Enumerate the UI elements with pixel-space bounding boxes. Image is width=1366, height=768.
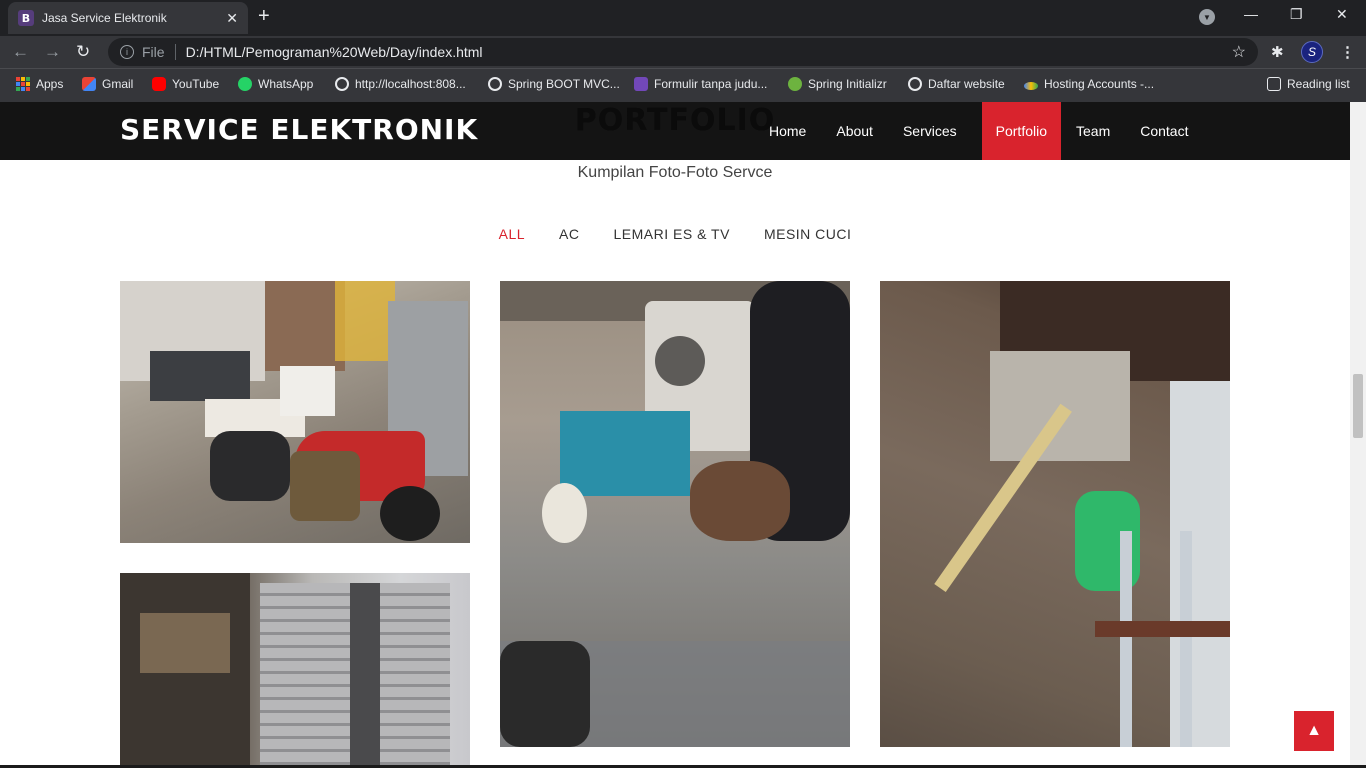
profile-avatar[interactable]: S	[1301, 41, 1323, 63]
menu-kebab-icon[interactable]: ⋮	[1340, 43, 1355, 61]
bookmark-label: Gmail	[102, 77, 134, 91]
filter-mesin-cuci[interactable]: MESIN CUCI	[764, 226, 851, 242]
portfolio-photo-washing-machine-parts[interactable]	[500, 281, 850, 747]
forward-icon[interactable]: →	[44, 42, 61, 62]
bookmark-daftar-website[interactable]: Daftar website	[908, 77, 1005, 91]
site-info-icon[interactable]: i	[120, 45, 134, 59]
browser-chrome: B Jasa Service Elektronik ✕ + ▼ — ❐ ✕ ← …	[0, 0, 1366, 102]
spring-icon	[788, 77, 802, 91]
apps-grid-icon	[16, 77, 30, 91]
hosting-icon	[1024, 81, 1038, 90]
globe-icon	[335, 77, 349, 91]
bookmark-apps[interactable]: Apps	[16, 77, 63, 91]
bookmark-label: WhatsApp	[258, 77, 314, 91]
web-page: PORTFOLIO SERVICE ELEKTRONIK Home About …	[0, 102, 1350, 768]
tab-search-icon[interactable]: ▼	[1199, 9, 1215, 25]
section-title-overlay: PORTFOLIO	[574, 103, 776, 138]
address-url[interactable]: D:/HTML/Pemograman%20Web/Day/index.html	[186, 44, 483, 60]
bookmark-hosting[interactable]: Hosting Accounts -...	[1024, 77, 1154, 91]
reading-list[interactable]: Reading list	[1267, 77, 1350, 91]
bookmark-star-icon[interactable]: ☆	[1232, 42, 1246, 62]
portfolio-photo-refrigerator-coil[interactable]	[120, 573, 470, 768]
bookmark-spring-initializr[interactable]: Spring Initializr	[788, 77, 887, 91]
bookmark-label: http://localhost:808...	[355, 77, 466, 91]
close-window-icon[interactable]: ✕	[1336, 6, 1348, 23]
minimize-icon[interactable]: —	[1244, 6, 1258, 22]
bookmark-label: Apps	[36, 77, 64, 91]
bookmark-label: Hosting Accounts -...	[1044, 77, 1155, 91]
address-divider	[174, 44, 176, 60]
browser-tab[interactable]: B Jasa Service Elektronik ✕	[8, 2, 248, 34]
bookmark-localhost[interactable]: http://localhost:808...	[335, 77, 466, 91]
filter-all[interactable]: ALL	[499, 226, 525, 242]
chevron-up-icon: ▲	[1306, 722, 1322, 739]
youtube-icon	[152, 77, 166, 91]
close-tab-icon[interactable]: ✕	[226, 10, 238, 27]
bookmark-label: Formulir tanpa judu...	[654, 77, 768, 91]
globe-icon	[488, 77, 502, 91]
reload-icon[interactable]: ↻	[76, 42, 90, 62]
section-subtitle: Kumpilan Foto-Foto Servce	[577, 164, 773, 181]
bookmark-whatsapp[interactable]: WhatsApp	[238, 77, 313, 91]
bookmark-youtube[interactable]: YouTube	[152, 77, 219, 91]
page-scrollbar[interactable]	[1350, 102, 1366, 768]
back-icon[interactable]: ←	[12, 42, 29, 62]
address-bar[interactable]: i File D:/HTML/Pemograman%20Web/Day/inde…	[108, 38, 1258, 66]
address-scheme: File	[142, 44, 165, 60]
whatsapp-icon	[238, 77, 252, 91]
portfolio-photo-ac-wall-repair[interactable]	[880, 281, 1230, 747]
toolbar: ← → ↻ i File D:/HTML/Pemograman%20Web/Da…	[0, 36, 1366, 68]
reading-list-icon	[1267, 77, 1281, 91]
bookmark-formulir[interactable]: Formulir tanpa judu...	[634, 77, 767, 91]
filter-ac[interactable]: AC	[559, 226, 579, 242]
bookmark-gmail[interactable]: Gmail	[82, 77, 133, 91]
gmail-icon	[82, 77, 96, 91]
extensions-icon[interactable]: ✱	[1271, 43, 1284, 61]
bookmark-label: Daftar website	[928, 77, 1005, 91]
forms-icon	[634, 77, 648, 91]
globe-icon	[908, 77, 922, 91]
filter-lemari-es-tv[interactable]: LEMARI ES & TV	[613, 226, 729, 242]
bookmarks-bar: Apps Gmail YouTube WhatsApp http://local…	[0, 68, 1366, 102]
bookmark-spring-boot[interactable]: Spring BOOT MVC...	[488, 77, 620, 91]
new-tab-icon[interactable]: +	[258, 6, 270, 26]
bookmark-label: Spring Initializr	[808, 77, 887, 91]
portfolio-photo-motorcycle[interactable]	[120, 281, 470, 543]
reading-list-label: Reading list	[1287, 77, 1350, 91]
bookmark-label: Spring BOOT MVC...	[508, 77, 620, 91]
restore-icon[interactable]: ❐	[1290, 6, 1303, 23]
bookmark-label: YouTube	[172, 77, 220, 91]
back-to-top-button[interactable]: ▲	[1294, 711, 1334, 751]
portfolio-filters: ALL AC LEMARI ES & TV MESIN CUCI	[0, 226, 1350, 242]
tab-title: Jasa Service Elektronik	[42, 11, 167, 25]
scrollbar-thumb[interactable]	[1353, 374, 1363, 438]
bootstrap-favicon-icon: B	[18, 10, 34, 26]
